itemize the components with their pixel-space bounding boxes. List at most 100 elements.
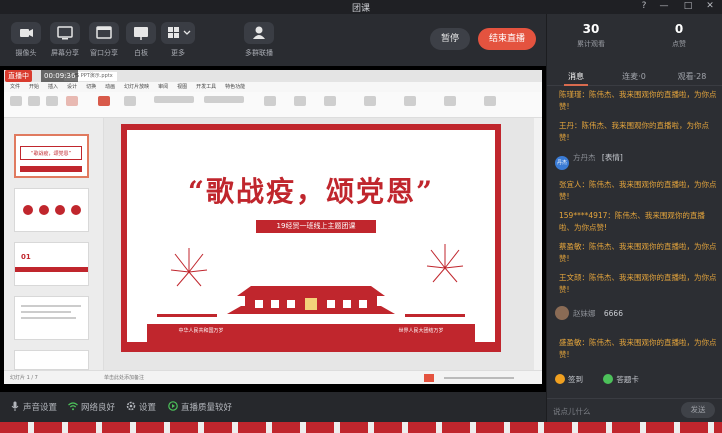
- tab-messages[interactable]: 消息: [547, 71, 605, 82]
- slide-thumbnail-2: [14, 188, 89, 232]
- chat-message-user: 赵妹娜 6666: [555, 306, 713, 320]
- window-share-button[interactable]: 窗口分享: [84, 22, 124, 58]
- slide-thumbnail-5: [14, 350, 89, 370]
- wps-menu-item: 设计: [67, 84, 78, 90]
- wps-menu-bar: 文件 开始 插入 设计 切换 动画 幻灯片放映 审阅 视图 开发工具 特色功能: [4, 82, 542, 92]
- side-panel: 30 累计观看 0 点赞 消息 连麦·0 观看·28 陈瑾瑾：陈伟杰、我来围观你…: [546, 14, 722, 422]
- checkin-button[interactable]: 签到: [555, 374, 583, 384]
- wps-status-bar: 幻灯片 1 / 7 单击此处添加备注: [4, 370, 542, 384]
- chat-message: 王文颉：陈伟杰、我来围观你的直播啦，为你点赞!: [559, 273, 717, 294]
- ribbon-tool-icon: [28, 96, 40, 106]
- pause-button[interactable]: 暂停: [430, 28, 470, 50]
- title-bar: 团课 ? — □ ✕: [0, 0, 722, 14]
- ribbon-tool-icon: [46, 96, 58, 106]
- chat-content: [表情]: [601, 153, 623, 162]
- wps-menu-item: 视图: [177, 84, 188, 90]
- wps-menu-item: 开始: [29, 84, 40, 90]
- thumb-line: [21, 305, 81, 307]
- tab-viewers[interactable]: 观看·28: [663, 71, 721, 82]
- slide-banner-right: 世界人民大团结万岁: [398, 328, 444, 334]
- checkin-icon: [555, 374, 565, 384]
- ribbon-tool-icon: [294, 96, 306, 106]
- thumb-title: “歌战疫，颂党恩”: [20, 146, 82, 160]
- slide-thumbnail-3: 01: [14, 242, 89, 286]
- slide-canvas: “歌战疫，颂党恩” 19经贸一班线上主题团课 中华人民共和国万岁 世界人民大团结…: [104, 118, 534, 370]
- minimize-icon[interactable]: —: [656, 1, 672, 11]
- live-badge-label: 直播中: [8, 72, 29, 80]
- end-live-button[interactable]: 结束直播: [478, 28, 536, 50]
- ribbon-tool-icon: [484, 96, 496, 106]
- wps-menu-item: 文件: [10, 84, 21, 90]
- thumb-line: [21, 311, 71, 313]
- ribbon-font-field: [154, 96, 194, 103]
- notes-placeholder: 单击此处添加备注: [104, 375, 145, 381]
- gear-icon: [126, 401, 136, 411]
- slide-title: “歌战疫，颂党恩”: [187, 175, 435, 208]
- wps-menu-item: 审阅: [158, 84, 169, 90]
- camera-button[interactable]: 摄像头: [6, 22, 46, 58]
- ribbon-tool-icon: [10, 96, 22, 106]
- live-badge: 直播中: [5, 70, 32, 82]
- tab-mic-link[interactable]: 连麦·0: [605, 71, 663, 82]
- whiteboard-button[interactable]: 白板: [121, 22, 161, 58]
- ribbon-tool-icon: [444, 96, 456, 106]
- thumb-dot: [39, 205, 49, 215]
- background-strip: [0, 422, 722, 433]
- send-button[interactable]: 发送: [681, 402, 715, 418]
- thumb-dot: [55, 205, 65, 215]
- help-icon[interactable]: ?: [636, 1, 652, 11]
- wps-menu-item: 动画: [105, 84, 116, 90]
- slide-thumbnails: “歌战疫，颂党恩” 01: [4, 118, 104, 370]
- total-views-stat: 30 累计观看: [577, 22, 605, 48]
- answer-card-icon: [603, 374, 614, 384]
- app-window: 团课 ? — □ ✕ 摄像头 屏幕分享 窗口分享 白板 更多 多群联播 暂停 结…: [0, 0, 722, 433]
- settings-button[interactable]: 设置: [126, 401, 156, 413]
- microphone-icon: [11, 401, 19, 411]
- play-slideshow-icon: [424, 374, 434, 382]
- chat-input[interactable]: [553, 404, 673, 418]
- answer-card-button[interactable]: 答题卡: [603, 374, 639, 384]
- wifi-icon: [68, 402, 78, 411]
- thumb-banner: [20, 166, 82, 172]
- shared-screen: WPS PPT演示.pptx 文件 开始 插入 设计 切换 动画 幻灯片放映 审阅 视图 开发工具…: [4, 70, 542, 384]
- chat-list: 陈瑾瑾：陈伟杰、我来围观你的直播啦，为你点赞! 王丹：陈伟杰、我来围观你的直播啦…: [547, 86, 722, 384]
- slide-banner-left: 中华人民共和国万岁: [178, 328, 224, 334]
- ribbon-tool-icon: [324, 96, 336, 106]
- chat-message: 陈瑾瑾：陈伟杰、我来围观你的直播啦，为你点赞!: [559, 90, 717, 111]
- thumb-dot: [23, 205, 33, 215]
- wps-menu-item: 切换: [86, 84, 97, 90]
- slide-counter: 幻灯片 1 / 7: [10, 375, 38, 381]
- more-apps-button[interactable]: 更多: [158, 22, 198, 58]
- whiteboard-icon: [126, 22, 156, 44]
- network-status: 网络良好: [68, 401, 115, 413]
- chat-content: 6666: [603, 309, 623, 318]
- stream-quality-status: 直播质量较好: [168, 401, 232, 413]
- chat-message: 王丹：陈伟杰、我来围观你的直播啦，为你点赞!: [559, 121, 709, 142]
- ribbon-size-field: [204, 96, 244, 103]
- chat-username: 赵妹娜: [573, 309, 596, 318]
- avatar: [555, 306, 569, 320]
- close-icon[interactable]: ✕: [702, 1, 718, 11]
- sound-settings-button[interactable]: 声音设置: [10, 401, 57, 413]
- multi-group-button[interactable]: 多群联播: [237, 22, 281, 58]
- window-title: 团课: [351, 4, 370, 14]
- thumb-number: 01: [21, 253, 31, 261]
- chat-username: 方丹杰: [573, 153, 596, 162]
- ribbon-tool-icon: [264, 96, 276, 106]
- chat-message-user: 丹杰方丹杰 [表情]: [555, 152, 713, 170]
- chat-message: 盛盈敏：陈伟杰、我来围观你的直播啦，为你点赞!: [559, 338, 717, 359]
- zoom-slider: [444, 377, 514, 379]
- live-timer: 00:09:36: [41, 70, 79, 82]
- chat-message: 张宜人：陈伟杰、我来围观你的直播啦，为你点赞!: [559, 180, 717, 201]
- chat-message: 159****4917：陈伟杰、我来围观你的直播啦、为你点赞!: [559, 211, 705, 232]
- slide-subtitle: 19经贸一班线上主题团课: [256, 220, 376, 233]
- broadcast-toolbar: 摄像头 屏幕分享 窗口分享 白板 更多 多群联播 暂停 结束直播: [0, 14, 546, 66]
- thumb-dot: [71, 205, 81, 215]
- ribbon-tool-icon: [404, 96, 416, 106]
- maximize-icon[interactable]: □: [680, 1, 696, 11]
- window-share-icon: [89, 22, 119, 44]
- slide-thumbnail-1: “歌战疫，颂党恩”: [14, 134, 89, 178]
- thumb-bar: [15, 267, 88, 272]
- screen-share-button[interactable]: 屏幕分享: [45, 22, 85, 58]
- quality-icon: [168, 401, 178, 411]
